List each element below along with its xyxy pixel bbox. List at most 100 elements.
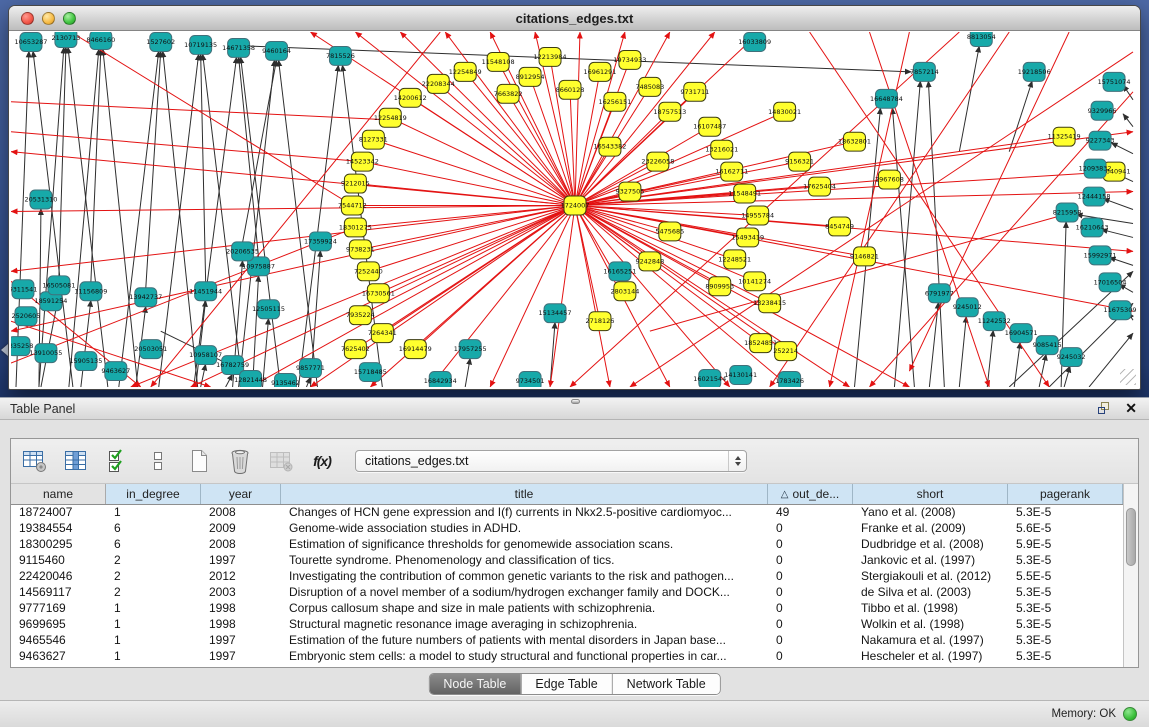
graph-node[interactable]: 10141274 <box>738 272 771 291</box>
graph-edge[interactable] <box>201 54 206 282</box>
table-cell[interactable]: 6 <box>106 521 201 537</box>
table-cell[interactable]: Estimation of the future numbers of pati… <box>281 633 768 649</box>
column-header-name[interactable]: name <box>11 484 106 504</box>
graph-node[interactable]: 16648784 <box>870 89 903 108</box>
table-cell[interactable]: 0 <box>768 649 853 665</box>
graph-node[interactable]: 12254819 <box>374 108 407 127</box>
graph-node[interactable]: 9460164 <box>262 41 291 60</box>
graph-node[interactable]: 12213984 <box>534 47 567 66</box>
graph-node[interactable]: 16914479 <box>399 340 432 359</box>
graph-node[interactable]: 7857214 <box>910 62 939 81</box>
graph-node[interactable]: 9731711 <box>680 82 709 101</box>
graph-node[interactable]: 16162711 <box>715 162 748 181</box>
selection-mode-icon[interactable] <box>103 447 131 475</box>
graph-edge[interactable] <box>575 206 720 287</box>
tab-network-table[interactable]: Network Table <box>612 674 720 694</box>
graph-node[interactable]: 9135462 <box>271 374 300 387</box>
graph-edge[interactable] <box>196 300 206 387</box>
table-cell[interactable]: Genome-wide association studies in ADHD. <box>281 521 768 537</box>
close-panel-icon[interactable]: ✕ <box>1125 401 1137 415</box>
table-cell[interactable]: 14569117 <box>11 585 106 601</box>
network-canvas[interactable]: 1724007122548198127331145233429212015754… <box>11 32 1138 387</box>
graph-node[interactable]: 12444158 <box>1078 187 1111 206</box>
graph-node[interactable]: 9146821 <box>850 247 879 266</box>
table-cell[interactable]: 18300295 <box>11 537 106 553</box>
graph-edge[interactable] <box>11 102 388 120</box>
table-cell[interactable]: 2 <box>106 569 201 585</box>
graph-edge[interactable] <box>1039 354 1046 387</box>
graph-node[interactable]: 9245032 <box>1057 348 1086 367</box>
table-cell[interactable]: Disruption of a novel member of a sodium… <box>281 585 768 601</box>
graph-node[interactable]: 1527602 <box>146 32 175 51</box>
graph-node[interactable]: 13910055 <box>29 344 62 363</box>
graph-edge[interactable] <box>892 108 914 387</box>
graph-node[interactable]: 8454749 <box>825 217 854 236</box>
graph-node[interactable]: 12248521 <box>718 250 751 269</box>
graph-node[interactable]: 16904571 <box>1005 324 1038 343</box>
table-cell[interactable]: 1 <box>106 633 201 649</box>
graph-edge[interactable] <box>575 206 610 387</box>
graph-node[interactable]: 16021544 <box>693 370 726 387</box>
graph-node[interactable]: 19218506 <box>1018 62 1051 81</box>
graph-node[interactable]: 15493419 <box>731 228 764 247</box>
graph-node[interactable]: 18301275 <box>339 218 372 237</box>
table-cell[interactable]: 5.5E-5 <box>1008 569 1123 585</box>
graph-edge[interactable] <box>194 57 237 387</box>
graph-node[interactable]: 1783426 <box>775 372 804 387</box>
table-cell[interactable]: 5.6E-5 <box>1008 521 1123 537</box>
graph-node[interactable]: 9329966 <box>1088 101 1117 120</box>
table-cell[interactable]: Franke et al. (2009) <box>853 521 1008 537</box>
table-cell[interactable]: 5.9E-5 <box>1008 537 1123 553</box>
table-cell[interactable]: 2009 <box>201 521 281 537</box>
table-mode-icon[interactable] <box>21 447 49 475</box>
table-row[interactable]: 1872400712008Changes of HCN gene express… <box>11 505 1123 521</box>
table-vertical-scrollbar[interactable] <box>1123 484 1138 667</box>
table-cell[interactable]: 1 <box>106 617 201 633</box>
graph-edge[interactable] <box>239 57 259 257</box>
column-header-short[interactable]: short <box>853 484 1008 504</box>
table-cell[interactable]: Embryonic stem cells: a model to study s… <box>281 649 768 665</box>
graph-node[interactable]: 2803144 <box>610 282 639 301</box>
graph-node[interactable]: 14830021 <box>768 102 801 121</box>
table-cell[interactable]: 5.3E-5 <box>1008 617 1123 633</box>
graph-node[interactable]: 1724007 <box>561 196 590 215</box>
graph-node[interactable]: 8912954 <box>516 67 545 86</box>
graph-node[interactable]: 15134457 <box>539 304 572 323</box>
graph-node[interactable]: 16033809 <box>738 32 771 51</box>
table-row[interactable]: 977716911998Corpus callosum shape and si… <box>11 601 1123 617</box>
graph-node[interactable]: 18524851 <box>744 334 777 353</box>
table-cell[interactable]: 2012 <box>201 569 281 585</box>
graph-node[interactable]: 9245012 <box>953 298 982 317</box>
column-header-pagerank[interactable]: pagerank <box>1008 484 1123 504</box>
table-cell[interactable]: 0 <box>768 617 853 633</box>
graph-node[interactable]: 16165251 <box>603 262 636 281</box>
table-cell[interactable]: 1997 <box>201 633 281 649</box>
graph-edge[interactable] <box>770 32 1010 387</box>
graph-node[interactable]: 15718485 <box>354 363 387 382</box>
graph-edge[interactable] <box>119 51 159 387</box>
graph-edge[interactable] <box>1123 114 1133 127</box>
table-cell[interactable]: 1 <box>106 505 201 521</box>
table-cell[interactable]: 5.3E-5 <box>1008 649 1123 665</box>
graph-node[interactable]: 2130713 <box>51 32 80 47</box>
graph-edge[interactable] <box>959 316 966 387</box>
graph-node[interactable]: 2967608 <box>875 170 904 189</box>
graph-edge[interactable] <box>362 162 575 206</box>
graph-node[interactable]: 16210643 <box>1076 218 1109 237</box>
graph-node[interactable]: 9463627 <box>101 362 130 381</box>
graph-node[interactable]: 5475685 <box>655 222 684 241</box>
graph-edge[interactable] <box>33 51 73 387</box>
graph-edge[interactable] <box>11 206 575 212</box>
graph-node[interactable]: 22208344 <box>422 74 455 93</box>
column-header-out_de[interactable]: △out_de... <box>768 484 853 504</box>
table-row[interactable]: 1938455462009Genome-wide association stu… <box>11 521 1123 537</box>
show-columns-icon[interactable] <box>62 447 90 475</box>
table-cell[interactable]: 0 <box>768 601 853 617</box>
table-cell[interactable]: 49 <box>768 505 853 521</box>
scrollbar-thumb[interactable] <box>1126 508 1136 566</box>
graph-node[interactable]: 11451944 <box>189 282 222 301</box>
graph-node[interactable]: 7485083 <box>635 77 664 96</box>
graph-node[interactable]: 17359924 <box>304 232 337 251</box>
collapse-left-panel-arrow[interactable] <box>1 344 8 356</box>
table-cell[interactable]: Structural magnetic resonance image aver… <box>281 617 768 633</box>
